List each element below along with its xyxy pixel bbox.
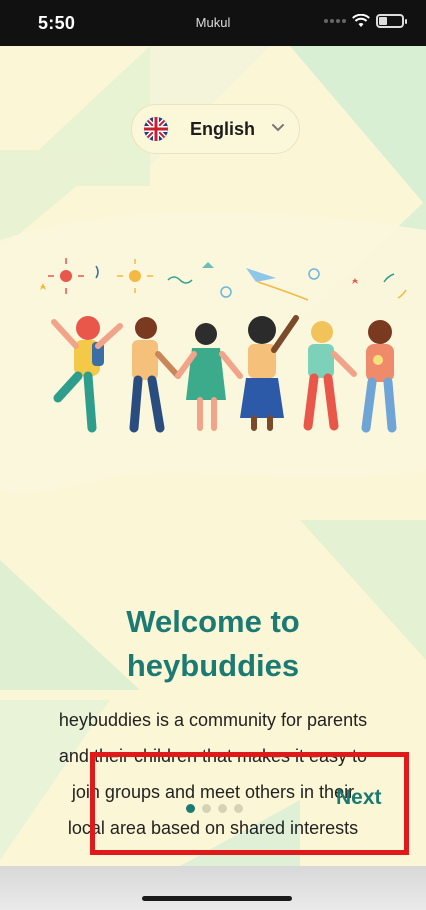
welcome-description-line1: heybuddies is a community for parents: [58, 710, 368, 730]
wifi-icon: [352, 14, 370, 27]
welcome-title: Welcome to heybuddies: [0, 600, 426, 688]
home-indicator[interactable]: [142, 896, 292, 901]
language-selector[interactable]: English: [131, 104, 300, 154]
battery-icon: [376, 14, 407, 28]
uk-flag-icon: [144, 117, 168, 141]
highlight-box: [90, 752, 409, 855]
signal-icon: [324, 19, 346, 23]
chevron-down-icon: [272, 124, 284, 132]
children-holding-hands-illustration: [40, 258, 407, 433]
status-bar: 5:50 Mukul: [0, 0, 426, 46]
bottom-bar: [0, 866, 426, 910]
onboarding-screen: 5:50 Mukul English Welcome to heybuddies…: [0, 0, 426, 910]
welcome-title-line1: Welcome to: [126, 604, 300, 639]
status-icons: [324, 14, 407, 28]
language-label: English: [190, 118, 256, 139]
welcome-title-line2: heybuddies: [126, 648, 300, 683]
